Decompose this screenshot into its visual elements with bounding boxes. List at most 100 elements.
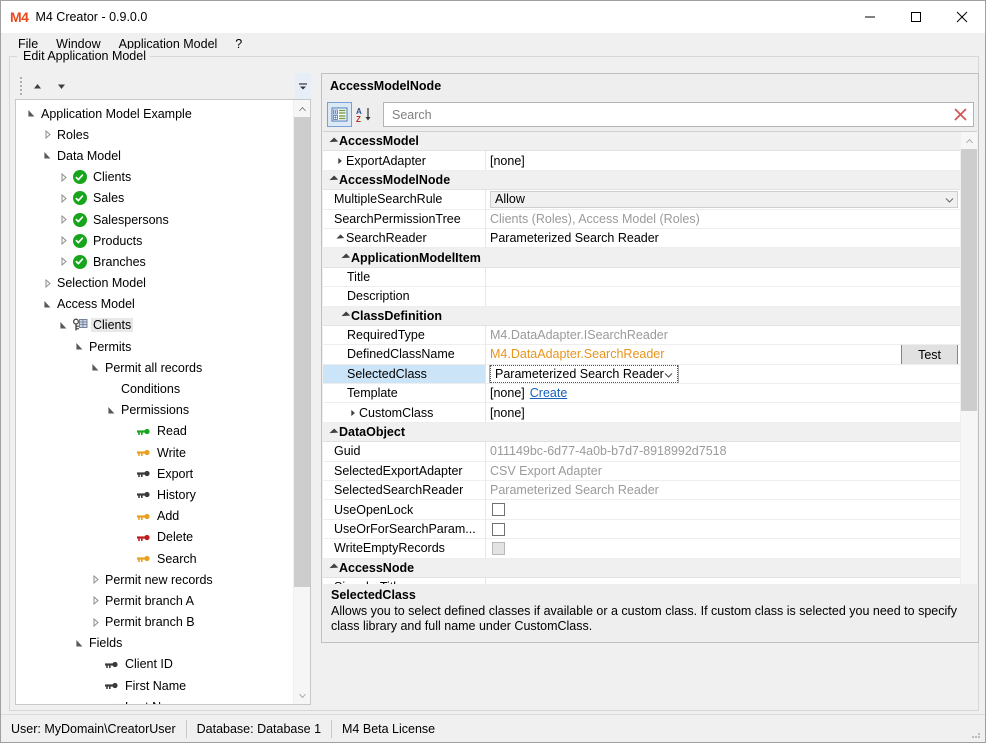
- property-row-multiplesearchrule[interactable]: MultipleSearchRule Allow: [323, 190, 960, 210]
- tree-item-permit-new-records[interactable]: Permit new records: [16, 569, 294, 590]
- property-search-box[interactable]: [383, 102, 974, 127]
- arrow-down-icon[interactable]: [49, 75, 73, 97]
- chevron-down-icon[interactable]: [24, 103, 39, 124]
- chevron-right-icon[interactable]: [56, 230, 71, 251]
- tree-item-products[interactable]: Products: [16, 230, 294, 251]
- tree-item-access-model[interactable]: Access Model: [16, 294, 294, 315]
- arrow-up-icon[interactable]: [25, 75, 49, 97]
- tree-scroll-up-icon[interactable]: [294, 100, 310, 117]
- property-value-cell[interactable]: Clients (Roles), Access Model (Roles): [486, 209, 960, 229]
- create-template-link[interactable]: Create: [530, 386, 568, 400]
- tree-vertical-scrollbar[interactable]: [293, 100, 310, 704]
- tree-item-permits[interactable]: Permits: [16, 336, 294, 357]
- property-value-cell[interactable]: CSV Export Adapter: [486, 461, 960, 482]
- property-value-cell[interactable]: Allow: [486, 190, 960, 210]
- chevron-down-icon[interactable]: [40, 294, 55, 315]
- tree-item-application-model-example[interactable]: Application Model Example: [16, 103, 294, 124]
- property-value-cell[interactable]: Parameterized Search Reader: [486, 364, 960, 385]
- resize-grip-icon[interactable]: [970, 728, 982, 740]
- maximize-button[interactable]: [893, 1, 939, 33]
- chevron-down-icon[interactable]: [40, 145, 55, 166]
- tree-item-permissions[interactable]: Permissions: [16, 400, 294, 421]
- property-checkbox[interactable]: [492, 522, 505, 536]
- property-row-title[interactable]: Title: [323, 267, 960, 288]
- tree-item-clients[interactable]: Clients: [16, 315, 294, 336]
- property-row-writeemptyrecords[interactable]: WriteEmptyRecords: [323, 539, 960, 559]
- chevron-down-icon[interactable]: [327, 428, 339, 437]
- chevron-right-icon[interactable]: [40, 124, 55, 145]
- property-value-cell[interactable]: M4.DataAdapter.SearchReader Test: [486, 345, 960, 365]
- property-value-cell[interactable]: M4.DataAdapter.ISearchReader: [486, 325, 960, 346]
- tree-item-search[interactable]: Search: [16, 548, 294, 569]
- chevron-down-icon[interactable]: [327, 563, 339, 572]
- tree-item-export[interactable]: Export: [16, 463, 294, 484]
- property-value-cell[interactable]: 011149bc-6d77-4a0b-b7d7-8918992d7518: [486, 442, 960, 462]
- chevron-right-icon[interactable]: [88, 612, 103, 633]
- tree-item-permit-all-records[interactable]: Permit all records: [16, 357, 294, 378]
- property-category-accessmodel[interactable]: AccessModel: [323, 132, 960, 152]
- chevron-down-icon[interactable]: [664, 367, 673, 381]
- close-button[interactable]: [939, 1, 985, 33]
- chevron-down-icon[interactable]: [88, 357, 103, 378]
- property-checkbox[interactable]: [492, 503, 505, 517]
- chevron-right-icon[interactable]: [334, 157, 346, 165]
- property-category-accessnode[interactable]: AccessNode: [323, 558, 960, 578]
- property-row-searchpermissiontree[interactable]: SearchPermissionTree Clients (Roles), Acc…: [323, 209, 960, 229]
- property-value-cell[interactable]: Parameterized Search Reader: [486, 228, 960, 249]
- property-row-useorforsearchparam[interactable]: UseOrForSearchParam...: [323, 519, 960, 540]
- tree-item-selection-model[interactable]: Selection Model: [16, 273, 294, 294]
- drag-grip-icon[interactable]: [17, 77, 25, 95]
- search-input[interactable]: [390, 104, 949, 125]
- tree-scroll-down-icon[interactable]: [294, 687, 310, 704]
- grid-scroll-up-icon[interactable]: [961, 132, 977, 149]
- property-row-definedclassname[interactable]: DefinedClassName M4.DataAdapter.SearchRea…: [323, 345, 960, 365]
- property-row-exportadapter[interactable]: ExportAdapter [none]: [323, 151, 960, 171]
- chevron-down-icon[interactable]: [334, 234, 346, 242]
- property-row-description[interactable]: Description: [323, 287, 960, 307]
- chevron-right-icon[interactable]: [40, 273, 55, 294]
- tree-item-last-name[interactable]: Last Name: [16, 696, 294, 704]
- property-value-cell[interactable]: [none]: [486, 403, 960, 423]
- grid-scroll-thumb[interactable]: [961, 149, 977, 411]
- chevron-down-icon[interactable]: [339, 253, 351, 262]
- chevron-right-icon[interactable]: [88, 590, 103, 611]
- property-value-cell[interactable]: [none] Create: [486, 384, 960, 404]
- property-dropdown-focused[interactable]: Parameterized Search Reader: [489, 364, 679, 384]
- chevron-right-icon[interactable]: [56, 209, 71, 230]
- clear-x-icon[interactable]: [949, 104, 971, 126]
- tree-item-history[interactable]: History: [16, 484, 294, 505]
- tree-item-conditions[interactable]: Conditions: [16, 378, 294, 399]
- chevron-down-icon[interactable]: [339, 311, 351, 320]
- property-row-selectedsearchreader[interactable]: SelectedSearchReader Parameterized Search…: [323, 481, 960, 501]
- categorize-icon[interactable]: [327, 102, 352, 127]
- tree-item-sales[interactable]: Sales: [16, 188, 294, 209]
- chevron-down-icon[interactable]: [104, 400, 119, 421]
- overflow-chevron-icon[interactable]: [295, 73, 311, 99]
- property-category-dataobject[interactable]: DataObject: [323, 422, 960, 443]
- tree-item-permit-branch-a[interactable]: Permit branch A: [16, 590, 294, 611]
- chevron-right-icon[interactable]: [56, 188, 71, 209]
- property-row-selectedclass[interactable]: SelectedClass Parameterized Search Reader: [323, 364, 960, 385]
- tree-item-write[interactable]: Write: [16, 442, 294, 463]
- tree-item-clients[interactable]: Clients: [16, 167, 294, 188]
- property-value-cell[interactable]: [486, 287, 960, 307]
- minimize-button[interactable]: [847, 1, 893, 33]
- property-row-requiredtype[interactable]: RequiredType M4.DataAdapter.ISearchReader: [323, 325, 960, 346]
- tree-item-fields[interactable]: Fields: [16, 633, 294, 654]
- test-button[interactable]: Test: [901, 345, 958, 364]
- tree-item-add[interactable]: Add: [16, 506, 294, 527]
- chevron-down-icon[interactable]: [327, 175, 339, 184]
- tree-scroll-thumb[interactable]: [294, 117, 310, 587]
- property-category-accessmodelnode[interactable]: AccessModelNode: [323, 170, 960, 191]
- sort-alpha-icon[interactable]: A Z: [352, 102, 377, 127]
- menu-item-help[interactable]: ?: [226, 35, 251, 53]
- property-value-cell[interactable]: [486, 519, 960, 540]
- chevron-right-icon[interactable]: [56, 251, 71, 272]
- property-value-cell[interactable]: [486, 500, 960, 520]
- property-grid[interactable]: AccessModel ExportAdapter [none] AccessMode…: [323, 131, 977, 639]
- property-category-classdefinition[interactable]: ClassDefinition: [323, 306, 960, 326]
- property-row-searchreader[interactable]: SearchReader Parameterized Search Reader: [323, 228, 960, 249]
- tree-item-salespersons[interactable]: Salespersons: [16, 209, 294, 230]
- property-row-selectedexportadapter[interactable]: SelectedExportAdapter CSV Export Adapter: [323, 461, 960, 482]
- chevron-right-icon[interactable]: [56, 167, 71, 188]
